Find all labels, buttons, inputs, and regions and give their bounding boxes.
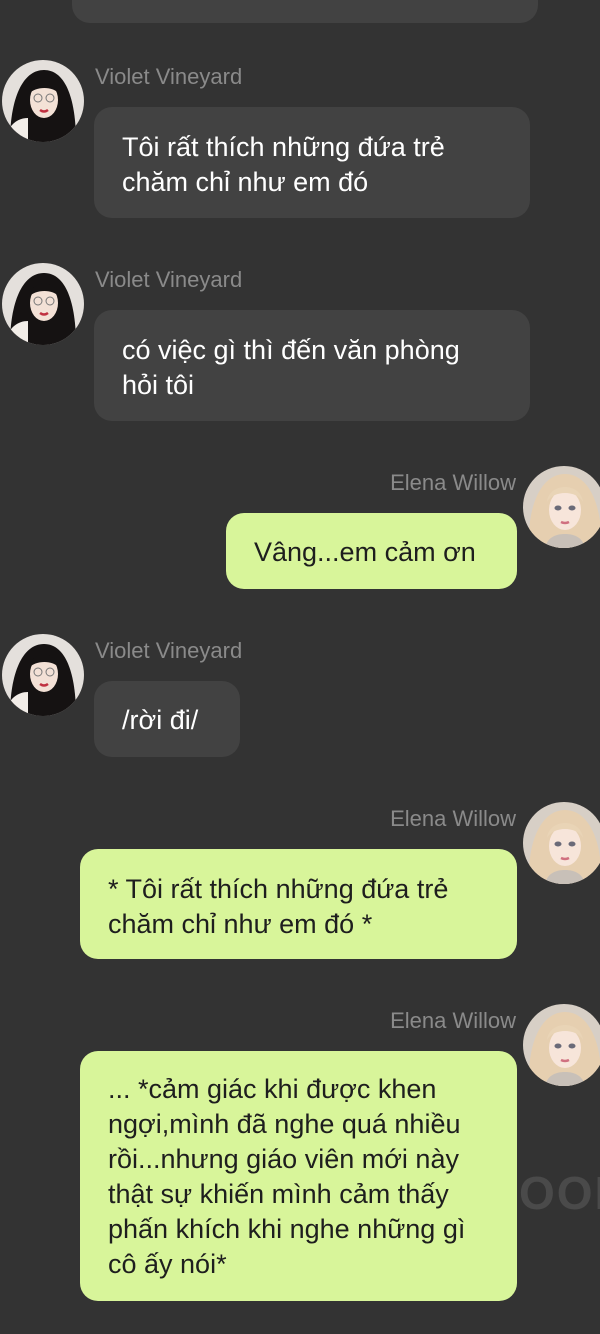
sender-name: Violet Vineyard — [95, 267, 243, 292]
message-bubble[interactable]: * Tôi rất thích những đứa trẻ chăm chỉ n… — [80, 849, 517, 959]
sender-name: Elena Willow — [390, 1008, 516, 1033]
avatar-elena[interactable] — [523, 802, 600, 884]
avatar-elena[interactable] — [523, 1004, 600, 1086]
avatar-elena[interactable] — [523, 466, 600, 548]
message-bubble[interactable]: có việc gì thì đến văn phòng hỏi tôi — [94, 310, 530, 421]
avatar-violet[interactable] — [2, 634, 84, 716]
message-bubble[interactable]: Vâng...em cảm ơn — [226, 513, 517, 589]
sender-name: Violet Vineyard — [95, 64, 243, 89]
watermark: OON — [519, 1167, 600, 1219]
message-bubble[interactable]: ... *cảm giác khi được khen ngợi,mình đã… — [80, 1051, 517, 1301]
sender-name: Elena Willow — [390, 470, 516, 495]
message-bubble[interactable]: /rời đi/ — [94, 681, 240, 757]
avatar-violet[interactable] — [2, 60, 84, 142]
previous-message-bubble — [72, 0, 538, 23]
sender-name: Violet Vineyard — [95, 638, 243, 663]
avatar-violet[interactable] — [2, 263, 84, 345]
sender-name: Elena Willow — [390, 806, 516, 831]
message-bubble[interactable]: Tôi rất thích những đứa trẻ chăm chỉ như… — [94, 107, 530, 218]
